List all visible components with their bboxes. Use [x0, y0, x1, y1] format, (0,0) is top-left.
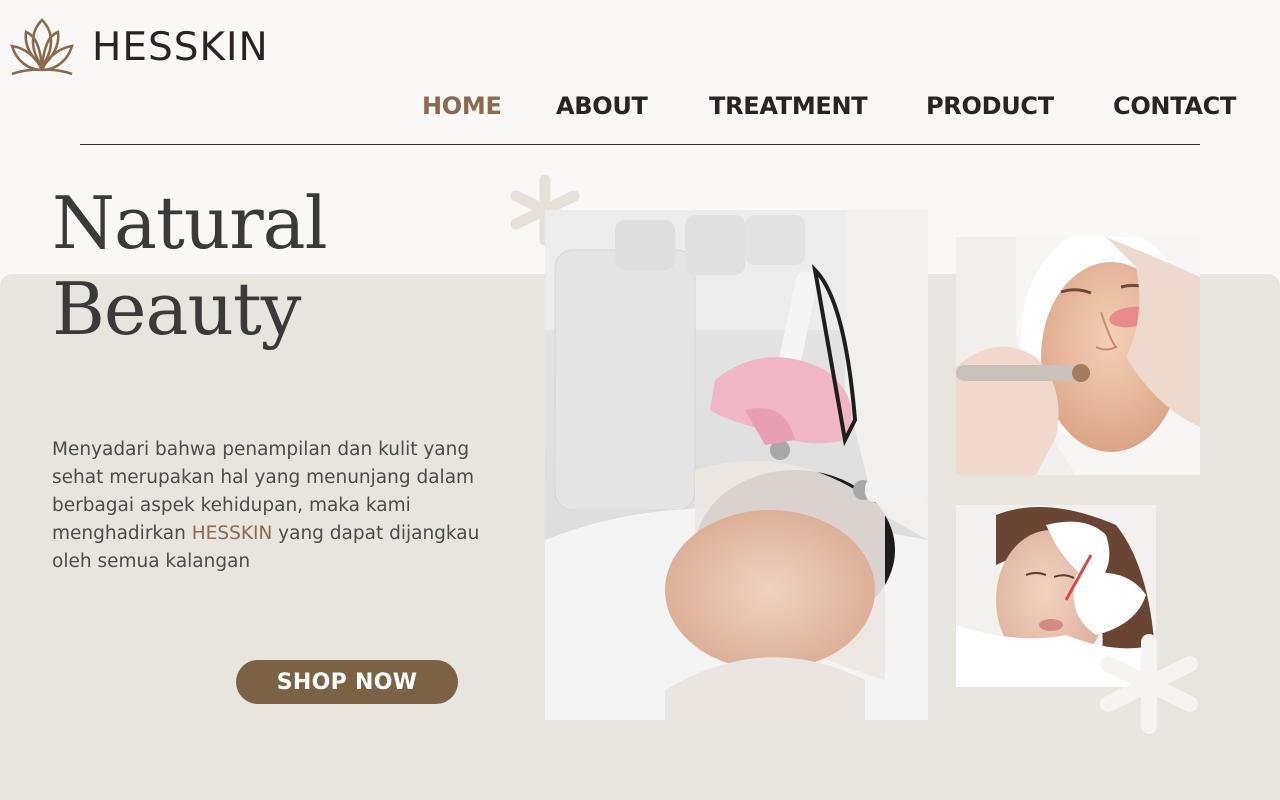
nav-home[interactable]: HOME	[422, 92, 502, 120]
nav-about[interactable]: ABOUT	[556, 92, 648, 120]
hero-description-brand: HESSKIN	[191, 523, 273, 544]
brand-name: HESSKIN	[92, 24, 269, 70]
main-nav: HOME ABOUT TREATMENT PRODUCT CONTACT	[0, 92, 1280, 122]
header-divider	[80, 144, 1200, 145]
lotus-icon	[8, 18, 76, 76]
brand-logo[interactable]: HESSKIN	[8, 18, 269, 76]
hero-title-line1: Natural	[52, 181, 328, 265]
facial-treatment-photo	[545, 210, 928, 720]
hero-title-line2: Beauty	[52, 267, 301, 351]
asterisk-icon	[1096, 634, 1202, 739]
hero-description: Menyadari bahwa penampilan dan kulit yan…	[52, 436, 492, 576]
nav-treatment[interactable]: TREATMENT	[709, 92, 868, 120]
shop-now-button[interactable]: SHOP NOW	[236, 660, 458, 704]
hero-title: Natural Beauty	[52, 180, 328, 352]
nav-contact[interactable]: CONTACT	[1113, 92, 1236, 120]
nav-product[interactable]: PRODUCT	[926, 92, 1054, 120]
microdermabrasion-photo	[956, 237, 1200, 475]
